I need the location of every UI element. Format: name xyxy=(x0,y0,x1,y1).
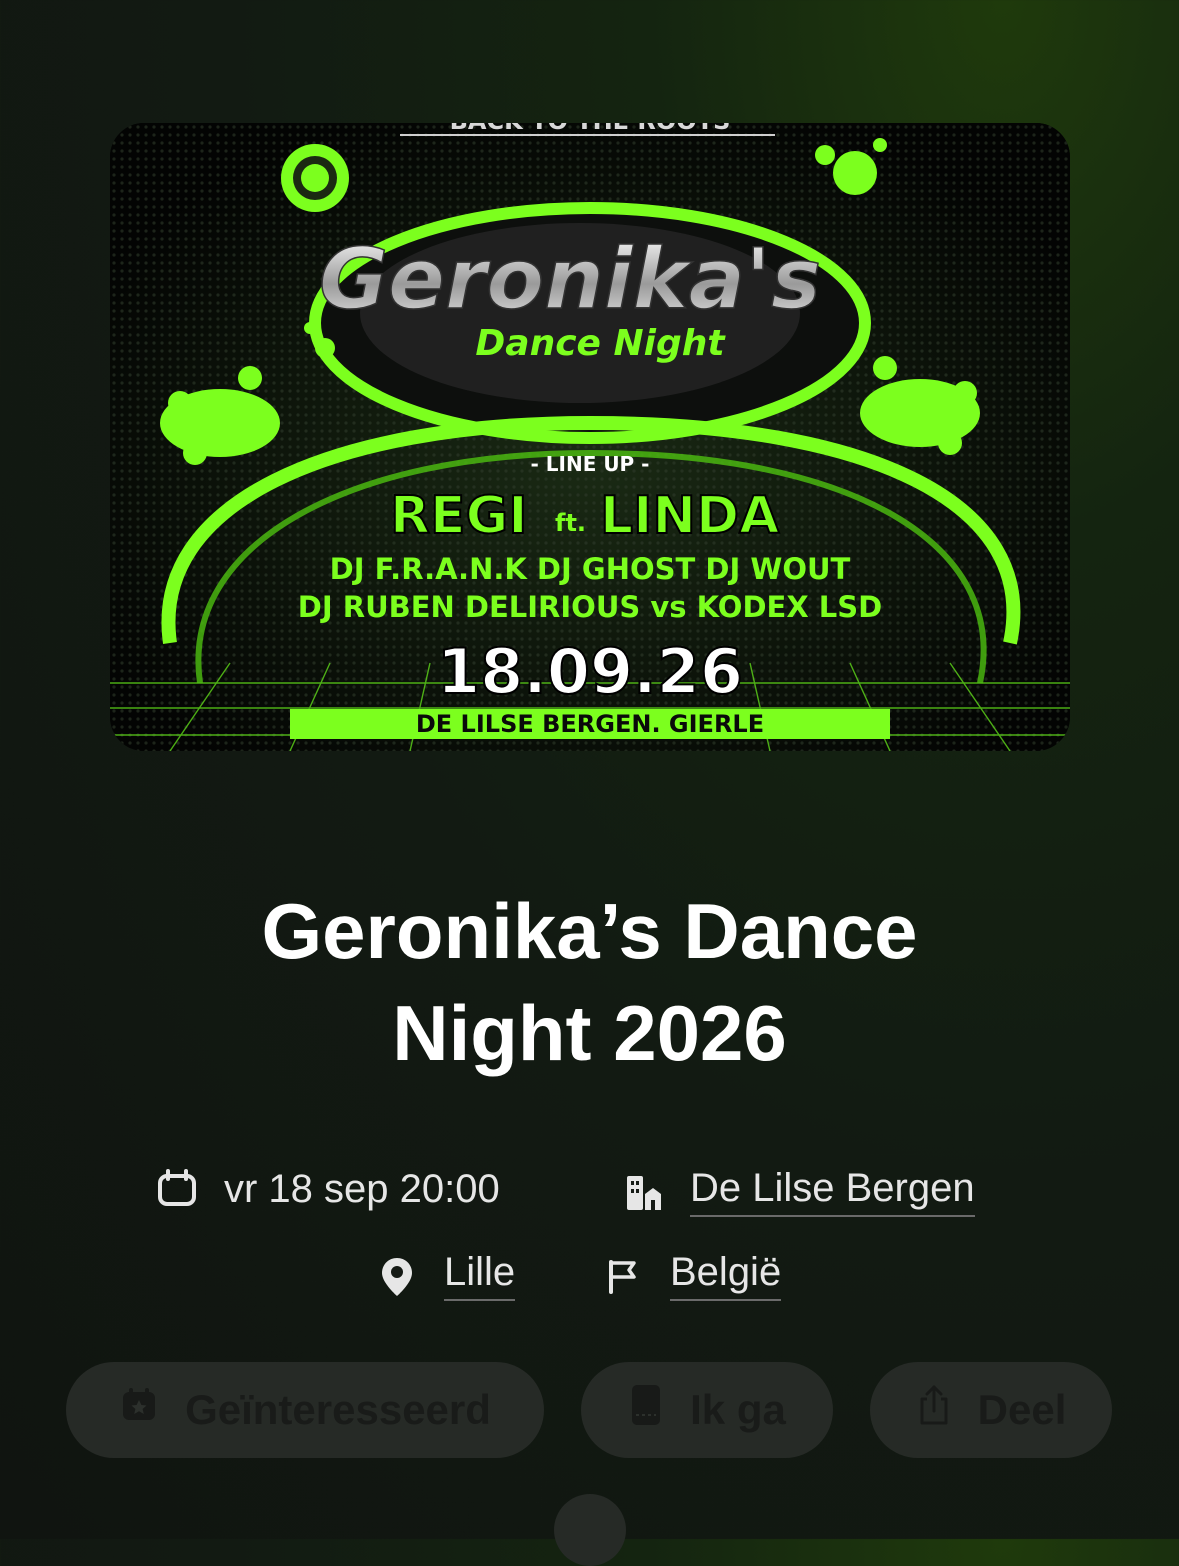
location-pin-icon xyxy=(374,1253,420,1299)
event-poster[interactable]: BACK TO THE ROOTS Geronika's xyxy=(110,123,1070,751)
calendar-star-icon xyxy=(119,1385,159,1435)
event-country-link[interactable]: België xyxy=(670,1250,782,1301)
poster-lineup-row1: DJ F.R.A.N.K DJ GHOST DJ WOUT xyxy=(330,552,851,586)
poster-top-text: BACK TO THE ROOTS xyxy=(450,123,731,135)
ticket-icon xyxy=(628,1383,664,1437)
poster-venue: DE LILSE BERGEN. GIERLE xyxy=(416,710,764,738)
more-button[interactable] xyxy=(554,1494,626,1566)
going-button-label: Ik ga xyxy=(690,1386,786,1433)
share-button-label: Deel xyxy=(977,1386,1067,1433)
poster-headliner-a: REGI xyxy=(390,486,528,546)
event-datetime-text: vr 18 sep 20:00 xyxy=(224,1166,500,1211)
event-title-line1: Geronika’s Dance xyxy=(261,887,918,975)
calendar-icon xyxy=(154,1166,200,1212)
interested-button-label: Geïnteresseerd xyxy=(185,1386,491,1433)
event-venue[interactable]: De Lilse Bergen xyxy=(620,1166,975,1217)
event-city[interactable]: Lille xyxy=(374,1250,516,1301)
poster-date: 18.09.26 xyxy=(437,635,743,708)
poster-lineup-row2: DJ RUBEN DELIRIOUS vs KODEX LSD xyxy=(298,590,882,624)
share-icon xyxy=(916,1383,952,1437)
poster-headliner-b: LINDA xyxy=(600,486,779,546)
share-button[interactable]: Deel xyxy=(870,1362,1112,1458)
building-icon xyxy=(620,1169,666,1215)
going-button[interactable]: Ik ga xyxy=(581,1362,833,1458)
poster-lineup-label: - LINE UP - xyxy=(531,452,650,476)
event-venue-link[interactable]: De Lilse Bergen xyxy=(690,1166,975,1217)
poster-artwork: BACK TO THE ROOTS Geronika's xyxy=(110,123,1070,751)
poster-headliner-ft: ft. xyxy=(555,509,586,537)
event-datetime: vr 18 sep 20:00 xyxy=(154,1166,500,1212)
sun-logo-icon xyxy=(281,144,349,212)
event-city-link[interactable]: Lille xyxy=(444,1250,516,1301)
event-country[interactable]: België xyxy=(600,1250,782,1301)
event-title: Geronika’s Dance Night 2026 xyxy=(0,880,1179,1084)
flag-icon xyxy=(600,1253,646,1299)
poster-logo-sub: Dance Night xyxy=(475,323,726,364)
interested-button[interactable]: Geïnteresseerd xyxy=(66,1362,544,1458)
event-title-line2: Night 2026 xyxy=(392,989,787,1077)
poster-logo-main: Geronika's xyxy=(319,230,821,328)
